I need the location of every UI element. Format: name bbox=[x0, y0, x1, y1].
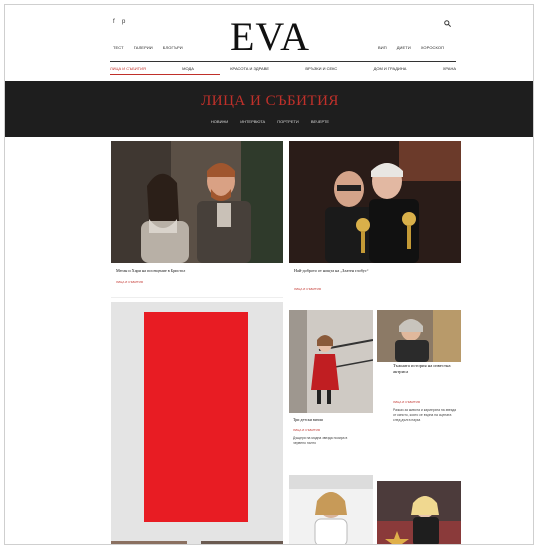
section-title: ЛИЦА И СЪБИТИЯ bbox=[201, 93, 339, 109]
category-beauty-health[interactable]: КРАСОТА И ЗДРАВЕ bbox=[230, 66, 269, 71]
page: f p ТЕСТ ГАЛЕРИИ БЛОГЪРИ ВИП ДИЕТИ ХОРОС… bbox=[4, 4, 534, 545]
divider bbox=[111, 297, 283, 298]
article-1-tag[interactable]: ЛИЦА И СЪБИТИЯ bbox=[116, 280, 143, 284]
category-nav: ЛИЦА И СЪБИТИЯ МОДА КРАСОТА И ЗДРАВЕ ВРЪ… bbox=[110, 66, 456, 71]
category-food[interactable]: ХРАНА bbox=[443, 66, 456, 71]
ad-container bbox=[111, 302, 283, 544]
ad-banner[interactable] bbox=[144, 312, 248, 522]
article-2-tag[interactable]: ЛИЦА И СЪБИТИЯ bbox=[294, 287, 321, 291]
category-faces-events[interactable]: ЛИЦА И СЪБИТИЯ bbox=[110, 66, 146, 71]
article-2-photo[interactable] bbox=[289, 141, 461, 263]
article-3-title[interactable]: Три детски визии bbox=[293, 417, 373, 423]
active-category-underline bbox=[110, 74, 220, 75]
subnav-interviews[interactable]: ИНТЕРВЮТА bbox=[240, 119, 265, 124]
article-3-excerpt: Дъщеря на модна звезда позира в червено … bbox=[293, 436, 348, 445]
header-divider bbox=[110, 61, 456, 62]
article-4-photo[interactable] bbox=[377, 310, 461, 362]
article-3-tag[interactable]: ЛИЦА И СЪБИТИЯ bbox=[293, 428, 320, 432]
subnav-news[interactable]: НОВИНИ bbox=[211, 119, 228, 124]
section-subnav: НОВИНИ ИНТЕРВЮТА ПОРТРЕТИ ВЕЧЕРТЕ bbox=[5, 119, 533, 124]
category-relationships[interactable]: ВРЪЗКИ И СЕКС bbox=[305, 66, 337, 71]
site-logo[interactable]: EVA bbox=[5, 17, 533, 57]
article-4-tag[interactable]: ЛИЦА И СЪБИТИЯ bbox=[393, 400, 420, 404]
article-3-photo[interactable] bbox=[289, 310, 373, 413]
article-1-title[interactable]: Меган и Хари на посещение в Бристол bbox=[116, 268, 281, 274]
bottom-photo-strip[interactable] bbox=[201, 541, 283, 544]
article-2-title[interactable]: Най-доброто от нощта на „Златен глобус“ bbox=[294, 268, 459, 274]
section-header: ЛИЦА И СЪБИТИЯ НОВИНИ ИНТЕРВЮТА ПОРТРЕТИ… bbox=[5, 81, 533, 137]
article-4-title[interactable]: Тъжната история на известна актриса bbox=[393, 363, 457, 376]
article-1-photo[interactable] bbox=[111, 141, 283, 263]
subnav-evenings[interactable]: ВЕЧЕРТЕ bbox=[311, 119, 329, 124]
bottom-photo-strip[interactable] bbox=[111, 541, 187, 544]
category-fashion[interactable]: МОДА bbox=[182, 66, 194, 71]
article-4-excerpt: Разказ за живота и кариерата на звезда о… bbox=[393, 408, 457, 422]
subnav-portraits[interactable]: ПОРТРЕТИ bbox=[277, 119, 299, 124]
article-6-photo[interactable] bbox=[377, 481, 461, 544]
category-home-garden[interactable]: ДОМ И ГРАДИНА bbox=[374, 66, 407, 71]
article-5-photo[interactable] bbox=[289, 475, 373, 544]
